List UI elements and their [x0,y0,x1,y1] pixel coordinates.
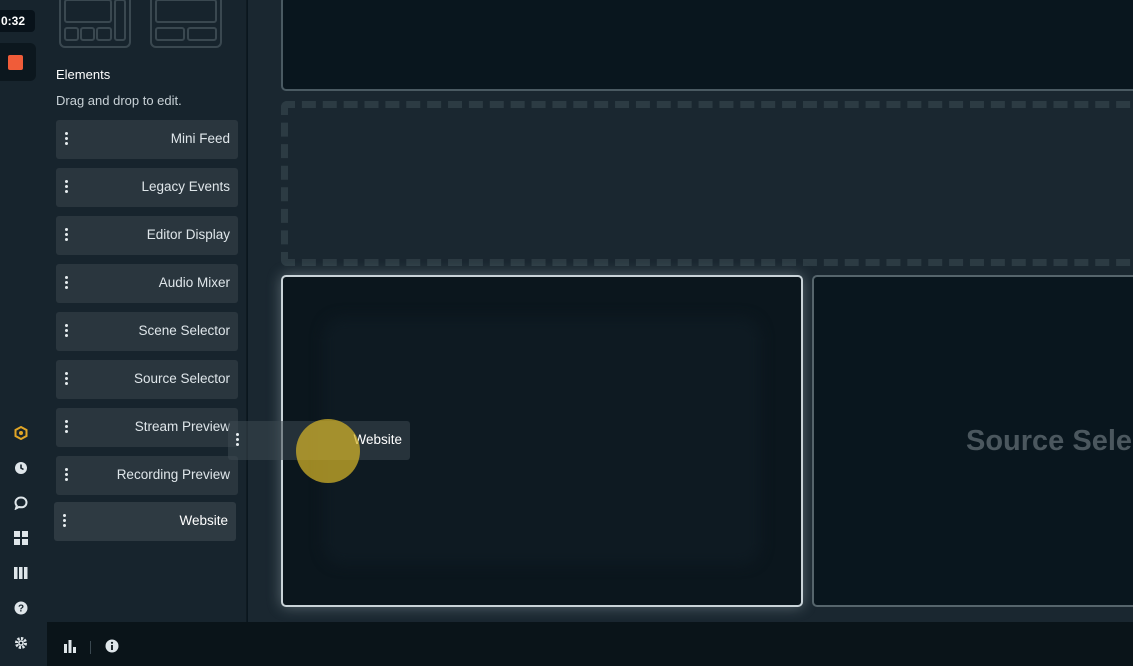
divider [90,641,91,654]
drag-ghost-label: Website [353,432,402,447]
element-item-scene-selector[interactable]: Scene Selector [56,312,238,351]
element-item-source-selector[interactable]: Source Selector [56,360,238,399]
stop-icon [8,55,23,70]
layout-slot-top[interactable] [281,0,1133,91]
element-item-stream-preview[interactable]: Stream Preview [56,408,238,447]
cursor-highlight [296,419,360,483]
elements-panel: Elements Drag and drop to edit. Mini Fee… [47,0,247,622]
layout-thumbnail-a[interactable] [59,0,131,48]
element-item-label: Stream Preview [134,419,230,434]
element-item-mini-feed[interactable]: Mini Feed [56,120,238,159]
layout-thumbnail-b[interactable] [150,0,222,48]
drag-handle-icon[interactable] [65,228,69,243]
bottom-bar [47,622,1133,666]
stats-icon[interactable] [63,639,77,658]
left-rail: 0:32 ? [0,0,47,666]
element-item-website[interactable]: Website [54,502,236,541]
element-item-label: Audio Mixer [158,275,230,290]
drop-zone[interactable] [281,101,1133,266]
drag-handle-icon[interactable] [65,324,69,339]
info-icon[interactable] [105,639,119,658]
drag-handle-icon [236,433,240,448]
drag-handle-icon[interactable] [65,276,69,291]
panel-subtitle: Drag and drop to edit. [56,93,182,108]
element-item-label: Website [179,513,228,528]
element-item-legacy-events[interactable]: Legacy Events [56,168,238,207]
drag-handle-icon[interactable] [65,180,69,195]
editor-app: 0:32 ? Elements Drag and drop to edit. M… [0,0,1133,666]
element-item-label: Editor Display [146,227,230,242]
drag-handle-icon[interactable] [65,372,69,387]
drag-handle-icon[interactable] [63,514,67,529]
element-item-label: Recording Preview [116,467,230,482]
help-icon[interactable]: ? [13,600,29,616]
element-item-label: Scene Selector [138,323,230,338]
recording-timer: 0:32 [0,10,35,32]
drag-handle-icon[interactable] [65,132,69,147]
source-selector-placeholder: Source Sele [966,425,1133,457]
layout-slot-source-selector[interactable]: Source Sele [812,275,1133,607]
editor-canvas: Source Sele [248,0,1133,622]
drag-handle-icon[interactable] [65,468,69,483]
layout-icon[interactable] [13,530,29,546]
element-item-label: Legacy Events [141,179,230,194]
svg-text:?: ? [18,604,24,615]
chat-icon[interactable] [13,495,29,511]
element-item-recording-preview[interactable]: Recording Preview [56,456,238,495]
stop-recording-button[interactable] [0,43,36,81]
settings-icon[interactable] [13,635,29,651]
element-item-label: Source Selector [133,371,230,386]
studio-mode-icon[interactable] [13,425,29,441]
clock-icon[interactable] [13,460,29,476]
element-item-audio-mixer[interactable]: Audio Mixer [56,264,238,303]
drag-handle-icon[interactable] [65,420,69,435]
element-item-editor-display[interactable]: Editor Display [56,216,238,255]
element-item-label: Mini Feed [170,131,230,146]
library-icon[interactable] [13,565,29,581]
panel-title: Elements [56,67,111,82]
